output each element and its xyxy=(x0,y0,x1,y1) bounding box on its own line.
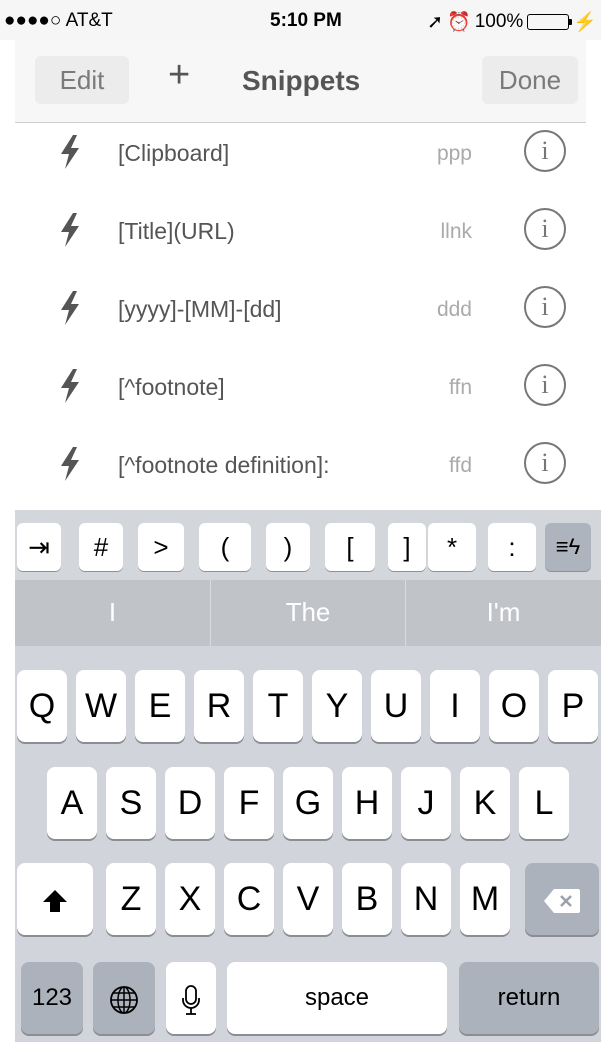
snippet-abbreviation: ffd xyxy=(449,454,472,477)
dictation-key[interactable] xyxy=(166,962,216,1034)
open-paren-key[interactable]: ( xyxy=(199,523,251,571)
key-z[interactable]: Z xyxy=(106,863,156,935)
key-k[interactable]: K xyxy=(460,767,510,839)
prediction-item[interactable]: The xyxy=(211,580,405,646)
microphone-icon xyxy=(182,985,200,1015)
snippet-text: [yyyy]-[MM]-[dd] xyxy=(118,296,282,322)
info-icon[interactable]: i xyxy=(524,208,566,250)
snippet-text: [Title](URL) xyxy=(118,218,235,244)
bolt-icon xyxy=(61,291,79,325)
battery-percent: 100% xyxy=(474,11,524,32)
nav-bar: Edit + Snippets Done xyxy=(15,40,586,123)
key-h[interactable]: H xyxy=(342,767,392,839)
key-r[interactable]: R xyxy=(194,670,244,742)
snippet-abbreviation: llnk xyxy=(440,220,472,243)
shift-arrow-icon xyxy=(43,890,67,913)
close-paren-key[interactable]: ) xyxy=(266,523,310,571)
key-a[interactable]: A xyxy=(47,767,97,839)
predictive-bar: I The I'm xyxy=(15,580,601,646)
bolt-icon xyxy=(61,135,79,169)
colon-key[interactable]: : xyxy=(488,523,536,571)
key-b[interactable]: B xyxy=(342,863,392,935)
key-n[interactable]: N xyxy=(401,863,451,935)
key-t[interactable]: T xyxy=(253,670,303,742)
key-e[interactable]: E xyxy=(135,670,185,742)
location-icon: ➚ xyxy=(427,11,444,33)
info-icon[interactable]: i xyxy=(524,364,566,406)
key-o[interactable]: O xyxy=(489,670,539,742)
numbers-key[interactable]: 123 xyxy=(21,962,83,1034)
shift-key[interactable] xyxy=(17,863,93,935)
hash-key[interactable]: # xyxy=(79,523,123,571)
clock: 5:10 PM xyxy=(270,10,342,31)
snippet-abbreviation: ddd xyxy=(436,298,472,321)
snippet-abbreviation: ffn xyxy=(449,376,472,399)
add-snippet-icon[interactable]: + xyxy=(168,54,190,97)
battery-icon xyxy=(527,14,573,30)
info-icon[interactable]: i xyxy=(524,286,566,328)
snippet-row[interactable]: [^footnote] ffn i xyxy=(15,357,586,435)
info-icon[interactable]: i xyxy=(524,130,566,172)
key-g[interactable]: G xyxy=(283,767,333,839)
delete-key[interactable] xyxy=(525,863,599,935)
page-title: Snippets xyxy=(242,65,361,96)
key-q[interactable]: Q xyxy=(17,670,67,742)
key-y[interactable]: Y xyxy=(312,670,362,742)
alarm-icon: ⏰ xyxy=(447,12,471,33)
globe-key[interactable] xyxy=(93,962,155,1034)
bolt-icon xyxy=(61,213,79,247)
prediction-item[interactable]: I xyxy=(15,580,210,646)
key-j[interactable]: J xyxy=(401,767,451,839)
bolt-icon xyxy=(61,369,79,403)
snippet-row[interactable]: [Title](URL) llnk i xyxy=(15,201,586,279)
key-p[interactable]: P xyxy=(548,670,598,742)
quote-key[interactable]: > xyxy=(138,523,184,571)
key-w[interactable]: W xyxy=(76,670,126,742)
space-key[interactable]: space xyxy=(227,962,447,1034)
key-u[interactable]: U xyxy=(371,670,421,742)
snippet-text: [Clipboard] xyxy=(118,140,230,166)
snippet-row[interactable]: [yyyy]-[MM]-[dd] ddd i xyxy=(15,279,586,357)
status-right: ➚ ⏰ 100% ⚡ xyxy=(427,10,597,34)
return-key[interactable]: return xyxy=(459,962,599,1034)
key-d[interactable]: D xyxy=(165,767,215,839)
asterisk-key[interactable]: * xyxy=(428,523,476,571)
snippets-key[interactable]: ≡ϟ xyxy=(545,523,591,571)
markdown-accessory-bar: ⇥ # > ( ) [ ] * : ≡ϟ xyxy=(15,510,601,580)
key-m[interactable]: M xyxy=(460,863,510,935)
info-icon[interactable]: i xyxy=(524,442,566,484)
key-v[interactable]: V xyxy=(283,863,333,935)
bolt-icon xyxy=(61,447,79,481)
snippet-text: [^footnote] xyxy=(118,374,225,400)
edit-button[interactable]: Edit xyxy=(35,56,129,104)
keyboard: Q W E R T Y U I O P A S D F G H J K L Z … xyxy=(15,646,601,1042)
snippet-abbreviation: ppp xyxy=(436,142,472,165)
snippet-row[interactable]: [Clipboard] ppp i xyxy=(15,123,586,201)
snippet-list: [Clipboard] ppp i [Title](URL) llnk i [y… xyxy=(15,123,586,509)
snippet-text: [^footnote definition]: xyxy=(118,452,330,478)
key-x[interactable]: X xyxy=(165,863,215,935)
open-bracket-key[interactable]: [ xyxy=(325,523,375,571)
prediction-item[interactable]: I'm xyxy=(406,580,601,646)
status-bar: ●●●●○ AT&T 5:10 PM ➚ ⏰ 100% ⚡ xyxy=(0,0,601,40)
tab-key[interactable]: ⇥ xyxy=(17,523,61,571)
globe-icon xyxy=(110,986,138,1014)
done-button[interactable]: Done xyxy=(482,56,578,104)
snippet-row[interactable]: [^footnote definition]: ffd i xyxy=(15,435,586,509)
close-bracket-key[interactable]: ] xyxy=(388,523,426,571)
key-i[interactable]: I xyxy=(430,670,480,742)
key-c[interactable]: C xyxy=(224,863,274,935)
key-l[interactable]: L xyxy=(519,767,569,839)
carrier: ●●●●○ AT&T xyxy=(4,10,113,31)
backspace-icon xyxy=(544,889,580,914)
charging-icon: ⚡ xyxy=(573,12,597,33)
key-s[interactable]: S xyxy=(106,767,156,839)
key-f[interactable]: F xyxy=(224,767,274,839)
